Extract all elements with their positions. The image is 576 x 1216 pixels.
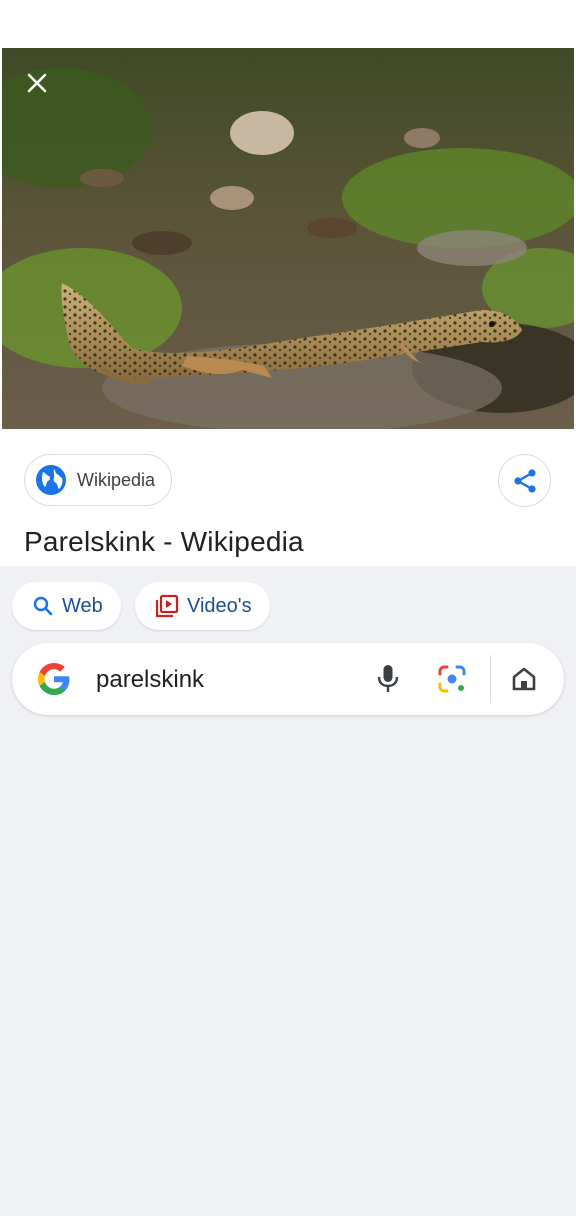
filter-chip-web[interactable]: Web <box>12 582 121 630</box>
source-chip[interactable]: Wikipedia <box>24 454 173 506</box>
lizard-photo <box>2 48 574 429</box>
voice-search-button[interactable] <box>370 661 406 697</box>
source-name: Wikipedia <box>77 469 156 490</box>
home-icon <box>512 667 536 691</box>
mic-icon <box>377 665 399 692</box>
share-icon <box>513 468 536 493</box>
close-button[interactable] <box>20 66 54 100</box>
filter-chip-videos[interactable]: Video's <box>135 582 270 630</box>
result-image[interactable] <box>2 48 574 429</box>
google-g-logo <box>38 663 70 695</box>
video-library-icon <box>155 594 179 618</box>
lens-button[interactable] <box>434 661 470 697</box>
globe-icon <box>36 465 66 495</box>
close-icon <box>27 73 47 93</box>
search-bar-divider <box>490 655 491 703</box>
result-title[interactable]: Parelskink - Wikipedia <box>24 526 304 558</box>
filter-chip-label: Video's <box>187 594 252 617</box>
share-button[interactable] <box>498 454 551 507</box>
home-button[interactable] <box>506 661 542 697</box>
filter-chip-label: Web <box>62 594 103 617</box>
lens-icon <box>438 665 466 693</box>
status-area <box>0 0 576 48</box>
search-bar[interactable]: parelskink <box>12 643 564 715</box>
search-icon <box>33 596 53 616</box>
search-query: parelskink <box>96 666 205 693</box>
